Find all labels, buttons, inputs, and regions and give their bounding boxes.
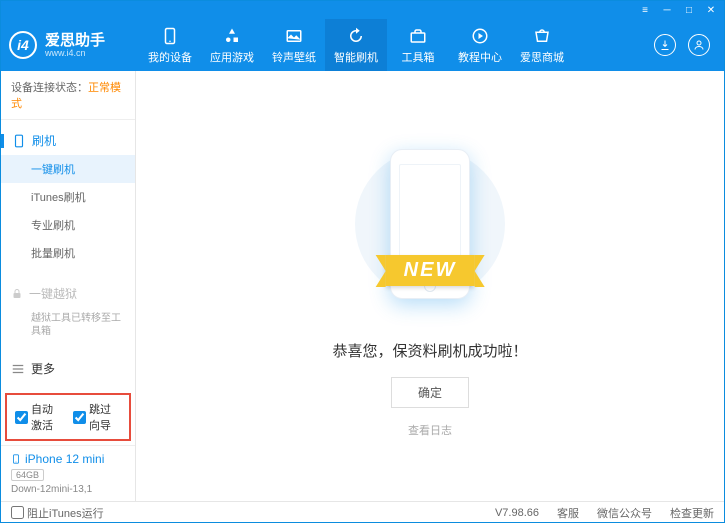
minimize-icon[interactable]: ─	[660, 3, 674, 17]
footer-link-support[interactable]: 客服	[557, 505, 579, 521]
titlebar: ≡ ─ □ ✕	[1, 1, 724, 19]
header-right	[654, 34, 724, 56]
nav-tutorials[interactable]: 教程中心	[449, 19, 511, 71]
nav-label: 铃声壁纸	[272, 49, 316, 65]
nav-label: 爱思商城	[520, 49, 564, 65]
section-head-more[interactable]: 更多	[1, 354, 135, 383]
menu-icon[interactable]: ≡	[638, 3, 652, 17]
app-title: 爱思助手	[45, 33, 105, 48]
apps-icon	[222, 26, 242, 46]
view-log-link[interactable]: 查看日志	[408, 422, 452, 438]
ok-button[interactable]: 确定	[391, 377, 469, 408]
section-flash: 刷机 一键刷机 iTunes刷机 专业刷机 批量刷机	[1, 120, 135, 273]
highlighted-checkboxes: 自动激活 跳过向导	[5, 393, 131, 441]
section-more: 更多 其他工具 下载固件 高级功能	[1, 348, 135, 389]
close-icon[interactable]: ✕	[704, 3, 718, 17]
checkbox-block-itunes[interactable]: 阻止iTunes运行	[11, 505, 104, 521]
device-capacity: 64GB	[11, 469, 44, 481]
nav-label: 工具箱	[402, 49, 435, 65]
section-head-flash[interactable]: 刷机	[1, 126, 135, 155]
checkbox-auto-activate[interactable]: 自动激活	[15, 401, 63, 433]
store-icon	[532, 26, 552, 46]
nav: 我的设备 应用游戏 铃声壁纸 智能刷机 工具箱 教程中心 爱思商城	[139, 19, 573, 71]
menu-icon	[11, 362, 25, 376]
section-label: 刷机	[32, 132, 56, 149]
nav-apps[interactable]: 应用游戏	[201, 19, 263, 71]
section-head-jailbreak: 一键越狱	[1, 279, 135, 308]
lock-icon	[11, 288, 23, 300]
nav-label: 我的设备	[148, 49, 192, 65]
nav-label: 应用游戏	[210, 49, 254, 65]
body: 设备连接状态：正常模式 刷机 一键刷机 iTunes刷机 专业刷机 批量刷机 一…	[1, 71, 724, 501]
sidebar: 设备连接状态：正常模式 刷机 一键刷机 iTunes刷机 专业刷机 批量刷机 一…	[1, 71, 136, 501]
nav-my-device[interactable]: 我的设备	[139, 19, 201, 71]
device-name: iPhone 12 mini	[11, 452, 125, 466]
logo-icon: i4	[9, 31, 37, 59]
sidebar-item-oneclick-flash[interactable]: 一键刷机	[1, 155, 135, 183]
version-label: V7.98.66	[495, 507, 539, 519]
sidebar-item-batch-flash[interactable]: 批量刷机	[1, 239, 135, 267]
new-ribbon: NEW	[386, 255, 475, 286]
success-message: 恭喜您，保资料刷机成功啦！	[332, 340, 527, 361]
nav-label: 智能刷机	[334, 49, 378, 65]
chk-label: 自动激活	[31, 401, 63, 433]
nav-store[interactable]: 爱思商城	[511, 19, 573, 71]
nav-toolbox[interactable]: 工具箱	[387, 19, 449, 71]
maximize-icon[interactable]: □	[682, 3, 696, 17]
footer-link-update[interactable]: 检查更新	[670, 505, 714, 521]
nav-flash[interactable]: 智能刷机	[325, 19, 387, 71]
nav-ringtones[interactable]: 铃声壁纸	[263, 19, 325, 71]
footer-link-wechat[interactable]: 微信公众号	[597, 505, 652, 521]
section-label: 更多	[31, 360, 55, 377]
nav-label: 教程中心	[458, 49, 502, 65]
device-sub: Down-12mini-13,1	[11, 484, 125, 495]
footer: 阻止iTunes运行 V7.98.66 客服 微信公众号 检查更新	[1, 501, 724, 523]
refresh-icon	[346, 26, 366, 46]
app-subtitle: www.i4.cn	[45, 48, 105, 58]
jailbreak-note: 越狱工具已转移至工具箱	[1, 308, 135, 342]
tutorial-icon	[470, 26, 490, 46]
checkbox-skip-guide[interactable]: 跳过向导	[73, 401, 121, 433]
main-panel: NEW 恭喜您，保资料刷机成功啦！ 确定 查看日志	[136, 71, 724, 501]
download-icon[interactable]	[654, 34, 676, 56]
logo: i4 爱思助手 www.i4.cn	[9, 31, 139, 59]
chk-label: 跳过向导	[89, 401, 121, 433]
wallpaper-icon	[284, 26, 304, 46]
section-label: 一键越狱	[29, 285, 77, 302]
sidebar-item-pro-flash[interactable]: 专业刷机	[1, 211, 135, 239]
conn-label: 设备连接状态：	[11, 82, 88, 94]
device-block[interactable]: iPhone 12 mini 64GB Down-12mini-13,1	[1, 445, 135, 501]
chk-label: 阻止iTunes运行	[27, 505, 104, 521]
toolbox-icon	[408, 26, 428, 46]
connection-status: 设备连接状态：正常模式	[1, 71, 135, 120]
phone-icon	[160, 26, 180, 46]
sidebar-item-other-tools[interactable]: 其他工具	[1, 383, 135, 389]
phone-icon	[12, 134, 26, 148]
sidebar-item-itunes-flash[interactable]: iTunes刷机	[1, 183, 135, 211]
header: i4 爱思助手 www.i4.cn 我的设备 应用游戏 铃声壁纸 智能刷机 工具…	[1, 19, 724, 71]
user-icon[interactable]	[688, 34, 710, 56]
phone-icon	[11, 452, 21, 466]
section-jailbreak: 一键越狱 越狱工具已转移至工具箱	[1, 273, 135, 348]
illustration: NEW	[360, 134, 500, 314]
